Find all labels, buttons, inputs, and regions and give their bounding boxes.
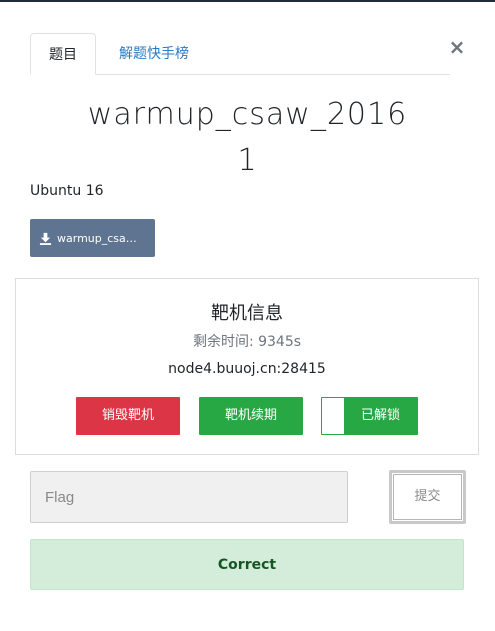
solved-toggle-knob <box>322 398 344 434</box>
tab-bar: 题目 解题快手榜 <box>30 33 450 75</box>
download-file-button[interactable]: warmup_csaw_2016 <box>30 219 155 257</box>
remaining-time: 剩余时间: 9345s <box>192 334 302 350</box>
target-machine-card: 靶机信息 剩余时间: 9345s node4.buuoj.cn:28415 销毁… <box>15 278 479 455</box>
challenge-modal: × 题目 解题快手榜 warmup_csaw_2016 1 Ubuntu 16 … <box>0 2 495 631</box>
solved-toggle-label: 已解锁 <box>360 408 400 423</box>
target-heading: 靶机信息 <box>211 303 283 324</box>
destroy-target-button[interactable]: 销毁靶机 <box>76 397 180 435</box>
challenge-points: 1 <box>237 143 258 178</box>
submit-button-inner-border <box>393 474 462 520</box>
download-icon <box>39 232 52 245</box>
tab-solves-ranking[interactable]: 解题快手榜 <box>104 33 204 75</box>
download-file-label: warmup_csaw_2016 <box>57 231 143 245</box>
challenge-name: warmup_csaw_2016 <box>87 97 408 132</box>
tab-challenge[interactable]: 题目 <box>30 33 96 75</box>
challenge-title: warmup_csaw_2016 1 <box>30 92 465 184</box>
target-address: node4.buuoj.cn:28415 <box>168 361 326 377</box>
challenge-description: Ubuntu 16 <box>30 183 104 199</box>
close-icon[interactable]: × <box>448 36 466 58</box>
flag-input[interactable] <box>30 471 348 523</box>
result-alert: Correct <box>30 539 464 590</box>
renew-target-button[interactable]: 靶机续期 <box>199 397 303 435</box>
submit-flag-button[interactable]: 提交 <box>389 470 466 524</box>
solved-toggle[interactable]: 已解锁 <box>321 397 418 435</box>
